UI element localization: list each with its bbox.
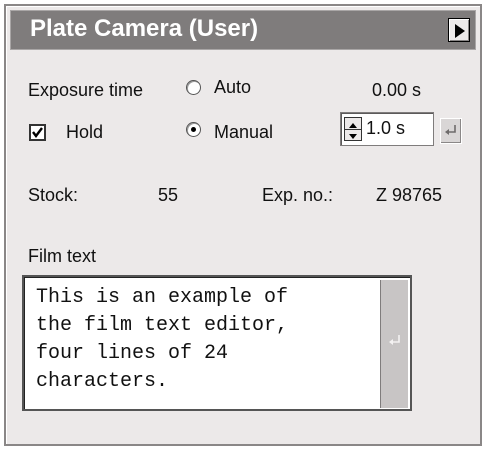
panel-title: Plate Camera (User) <box>30 15 259 42</box>
spin-arrows-icon[interactable] <box>344 117 362 141</box>
manual-radio-selected-dot <box>191 127 196 132</box>
film-text-enter-button[interactable] <box>380 280 408 408</box>
exp-no-value: Z 98765 <box>376 185 443 205</box>
panel-menu-button[interactable] <box>448 18 470 42</box>
film-text-editor[interactable]: This is an example of the film text edit… <box>22 275 412 411</box>
exposure-time-label: Exposure time <box>28 80 144 100</box>
auto-exposure-value: 0.00 s <box>372 80 422 100</box>
enter-arrow-icon <box>445 125 456 135</box>
hold-label[interactable]: Hold <box>66 122 103 143</box>
auto-radio[interactable] <box>186 80 201 95</box>
manual-exposure-value[interactable]: 1.0 s <box>366 118 405 139</box>
exposure-enter-button[interactable] <box>440 118 462 144</box>
film-text-line[interactable]: characters. <box>36 370 168 393</box>
triangle-right-icon <box>455 24 465 38</box>
exp-no-label: Exp. no.: <box>262 185 334 205</box>
panel-titlebar: Plate Camera (User) <box>10 10 476 50</box>
hold-checkbox[interactable] <box>29 124 46 141</box>
film-text-line[interactable]: This is an example of <box>36 286 288 309</box>
auto-label[interactable]: Auto <box>214 77 251 98</box>
film-text-line[interactable]: four lines of 24 <box>36 342 228 365</box>
film-text-label: Film text <box>28 246 97 266</box>
stock-value: 55 <box>158 185 179 205</box>
checkmark-icon <box>32 127 43 138</box>
stock-label: Stock: <box>28 185 79 205</box>
arrow-down-icon <box>349 134 357 139</box>
spin-down-button[interactable] <box>345 129 361 140</box>
film-text-line[interactable]: the film text editor, <box>36 314 288 337</box>
enter-arrow-icon <box>389 335 400 345</box>
manual-label[interactable]: Manual <box>214 122 273 143</box>
manual-exposure-stepper[interactable]: 1.0 s <box>340 112 434 146</box>
manual-radio[interactable] <box>186 122 201 137</box>
